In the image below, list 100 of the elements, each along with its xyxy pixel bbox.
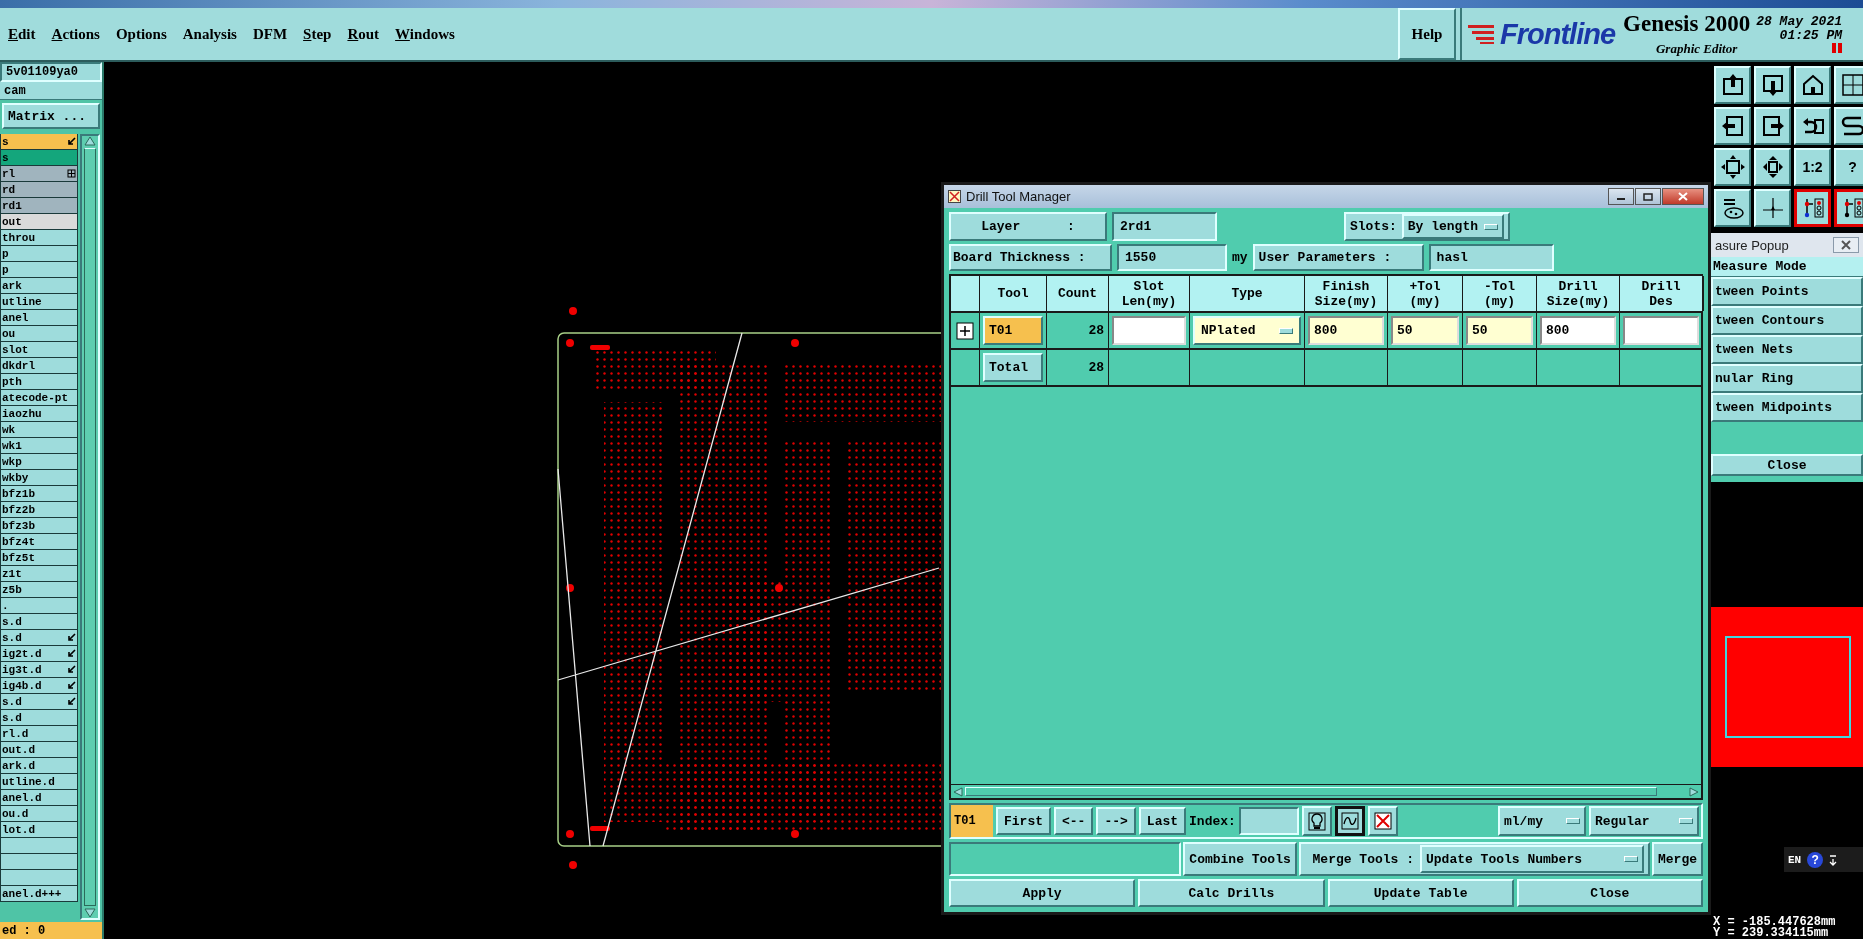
measure-mode-option[interactable]: tween Points bbox=[1711, 277, 1863, 306]
layer-item[interactable]: lot.d bbox=[0, 822, 78, 838]
matrix-button[interactable]: Matrix ... bbox=[2, 103, 100, 129]
help-icon[interactable]: ? bbox=[1807, 851, 1824, 868]
close-button[interactable] bbox=[1833, 237, 1859, 253]
layer-item[interactable]: bfz5t bbox=[0, 550, 78, 566]
minimize-button[interactable] bbox=[1608, 188, 1634, 205]
layer-button[interactable]: Layer : bbox=[949, 212, 1107, 241]
help-button[interactable]: Help bbox=[1398, 8, 1456, 60]
layer-item[interactable]: wk1 bbox=[0, 438, 78, 454]
layer-item[interactable]: pth bbox=[0, 374, 78, 390]
layer-item[interactable]: rl.d bbox=[0, 726, 78, 742]
tool-button[interactable]: T01 bbox=[983, 316, 1043, 345]
layer-item[interactable]: anel.d bbox=[0, 790, 78, 806]
layer-item[interactable] bbox=[0, 870, 78, 886]
toolbar-button[interactable]: ? bbox=[1834, 148, 1863, 186]
layer-item[interactable]: bfz1b bbox=[0, 486, 78, 502]
type-dropdown[interactable]: NPlated bbox=[1193, 316, 1301, 345]
layer-item[interactable]: p bbox=[0, 246, 78, 262]
table-input-field[interactable]: 50 bbox=[1466, 316, 1533, 345]
tool-button[interactable]: Total bbox=[983, 353, 1043, 382]
units-dropdown[interactable]: ml/my bbox=[1498, 806, 1586, 836]
toolbar-button[interactable]: 1:2 bbox=[1794, 148, 1831, 186]
board-thickness-field[interactable]: 1550 bbox=[1117, 244, 1227, 271]
menu-item[interactable]: Actions bbox=[43, 25, 108, 43]
table-input-field[interactable] bbox=[1623, 316, 1699, 345]
job-name-field[interactable]: 5v01109ya0 bbox=[0, 62, 102, 82]
combine-tools-button[interactable]: Combine Tools bbox=[1183, 842, 1297, 876]
layer-item[interactable]: bfz3b bbox=[0, 518, 78, 534]
layer-item[interactable]: s.d bbox=[0, 630, 78, 646]
layer-item[interactable] bbox=[0, 838, 78, 854]
layer-item[interactable]: rd1 bbox=[0, 198, 78, 214]
plus-box-icon[interactable] bbox=[956, 321, 974, 340]
navigation-button[interactable]: --> bbox=[1096, 807, 1136, 835]
action-button[interactable]: Close bbox=[1516, 879, 1703, 907]
layer-field[interactable]: 2rd1 bbox=[1112, 212, 1217, 241]
maximize-button[interactable] bbox=[1635, 188, 1661, 205]
toolbar-button[interactable] bbox=[1794, 189, 1831, 227]
close-button[interactable] bbox=[1662, 188, 1704, 205]
toolbar-button[interactable] bbox=[1834, 189, 1863, 227]
layer-item[interactable]: bfz4t bbox=[0, 534, 78, 550]
navigation-button[interactable]: <-- bbox=[1054, 807, 1094, 835]
layer-item[interactable]: ark.d bbox=[0, 758, 78, 774]
merge-option-dropdown[interactable]: Update Tools Numbers bbox=[1420, 845, 1644, 873]
navigation-button[interactable]: First bbox=[996, 807, 1051, 835]
user-parameters-field[interactable]: hasl bbox=[1428, 244, 1554, 271]
popup-close-button[interactable]: Close bbox=[1711, 454, 1863, 476]
layer-item[interactable]: out bbox=[0, 214, 78, 230]
layer-item[interactable]: dkdrl bbox=[0, 358, 78, 374]
layer-item[interactable]: rd bbox=[0, 182, 78, 198]
layer-item[interactable]: throu bbox=[0, 230, 78, 246]
layer-item[interactable]: z5b bbox=[0, 582, 78, 598]
measure-mode-option[interactable]: nular Ring bbox=[1711, 364, 1863, 393]
layer-item[interactable]: slot bbox=[0, 342, 78, 358]
layer-item[interactable]: out.d bbox=[0, 742, 78, 758]
index-field[interactable] bbox=[1238, 807, 1299, 835]
measure-mode-option[interactable]: tween Contours bbox=[1711, 306, 1863, 335]
layer-item[interactable]: s.d bbox=[0, 694, 78, 710]
layer-item[interactable]: anel.d+++ bbox=[0, 886, 78, 902]
layer-item[interactable]: utline bbox=[0, 294, 78, 310]
layer-item[interactable]: wk bbox=[0, 422, 78, 438]
layer-item[interactable]: utline.d bbox=[0, 774, 78, 790]
menu-item[interactable]: Rout bbox=[339, 25, 388, 43]
table-input-field[interactable]: 50 bbox=[1391, 316, 1459, 345]
tool-option-button[interactable] bbox=[1334, 806, 1365, 836]
horizontal-scrollbar[interactable] bbox=[951, 784, 1701, 798]
table-input-field[interactable] bbox=[1112, 316, 1186, 345]
layer-item[interactable]: z1t bbox=[0, 566, 78, 582]
layer-item[interactable] bbox=[0, 854, 78, 870]
slots-dropdown[interactable]: By length bbox=[1401, 214, 1505, 239]
menu-item[interactable]: DFM bbox=[244, 25, 296, 43]
merge-button[interactable]: Merge bbox=[1652, 842, 1703, 876]
layer-item[interactable]: ig4b.d bbox=[0, 678, 78, 694]
measure-mode-option[interactable]: tween Nets bbox=[1711, 335, 1863, 364]
layer-item[interactable]: s.d bbox=[0, 710, 78, 726]
layer-item[interactable]: ou.d bbox=[0, 806, 78, 822]
layer-item[interactable]: p bbox=[0, 262, 78, 278]
menu-item[interactable]: Step bbox=[295, 25, 340, 43]
layer-item[interactable]: rl bbox=[0, 166, 78, 182]
user-parameters-button[interactable]: User Parameters : bbox=[1252, 244, 1424, 271]
action-button[interactable]: Apply bbox=[949, 879, 1136, 907]
menu-item[interactable]: Options bbox=[107, 25, 175, 43]
measure-mode-option[interactable]: tween Midpoints bbox=[1711, 393, 1863, 422]
layer-item[interactable]: s bbox=[0, 150, 78, 166]
table-input-field[interactable]: 800 bbox=[1308, 316, 1384, 345]
menu-item[interactable]: Windows bbox=[387, 25, 463, 43]
layer-item[interactable]: . bbox=[0, 598, 78, 614]
action-button[interactable]: Update Table bbox=[1327, 879, 1514, 907]
layer-item[interactable]: ig3t.d bbox=[0, 662, 78, 678]
layer-item[interactable]: wkby bbox=[0, 470, 78, 486]
layer-item[interactable]: ou bbox=[0, 326, 78, 342]
layer-item[interactable]: ark bbox=[0, 278, 78, 294]
layer-item[interactable]: bfz2b bbox=[0, 502, 78, 518]
layer-item[interactable]: atecode-pt bbox=[0, 390, 78, 406]
menu-item[interactable]: Edit bbox=[0, 25, 44, 43]
vertical-scrollbar[interactable] bbox=[80, 134, 100, 920]
action-button[interactable]: Calc Drills bbox=[1138, 879, 1325, 907]
mode-dropdown[interactable]: Regular bbox=[1589, 806, 1699, 836]
layer-item[interactable]: ig2t.d bbox=[0, 646, 78, 662]
layer-item[interactable]: s.d bbox=[0, 614, 78, 630]
